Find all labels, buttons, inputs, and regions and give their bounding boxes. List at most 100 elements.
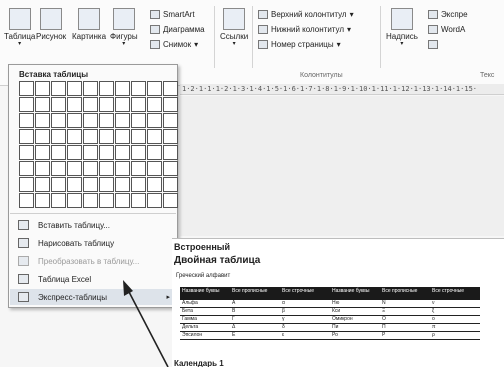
grid-cell[interactable]	[115, 161, 130, 176]
grid-cell[interactable]	[19, 177, 34, 192]
links-button[interactable]: Ссылки ▾	[220, 8, 248, 47]
document-area[interactable]	[180, 96, 504, 236]
quick-tables-item[interactable]: Экспресс-таблицы ▸	[10, 289, 176, 305]
grid-cell[interactable]	[131, 113, 146, 128]
diagram-button[interactable]: Диаграмма	[150, 25, 205, 34]
grid-cell[interactable]	[163, 161, 178, 176]
grid-cell[interactable]	[131, 81, 146, 96]
grid-cell[interactable]	[99, 177, 114, 192]
grid-cell[interactable]	[99, 113, 114, 128]
grid-cell[interactable]	[99, 145, 114, 160]
grid-cell[interactable]	[51, 129, 66, 144]
grid-cell[interactable]	[67, 193, 82, 208]
grid-cell[interactable]	[163, 145, 178, 160]
grid-cell[interactable]	[51, 81, 66, 96]
grid-cell[interactable]	[35, 177, 50, 192]
grid-cell[interactable]	[115, 177, 130, 192]
header-button[interactable]: Верхний колонтитул ▾	[258, 10, 354, 19]
grid-cell[interactable]	[115, 113, 130, 128]
grid-cell[interactable]	[147, 113, 162, 128]
footer-button[interactable]: Нижний колонтитул ▾	[258, 25, 351, 34]
grid-cell[interactable]	[35, 193, 50, 208]
grid-cell[interactable]	[99, 97, 114, 112]
express-blocks-button[interactable]: Экспре	[428, 10, 468, 19]
grid-cell[interactable]	[115, 81, 130, 96]
snapshot-button[interactable]: Снимок ▾	[150, 40, 198, 49]
insert-table-item[interactable]: Вставить таблицу...	[10, 217, 176, 233]
grid-cell[interactable]	[51, 177, 66, 192]
table-size-grid[interactable]	[19, 81, 178, 208]
grid-cell[interactable]	[131, 129, 146, 144]
grid-cell[interactable]	[163, 177, 178, 192]
grid-cell[interactable]	[83, 81, 98, 96]
grid-cell[interactable]	[83, 113, 98, 128]
grid-cell[interactable]	[19, 97, 34, 112]
grid-cell[interactable]	[51, 113, 66, 128]
grid-cell[interactable]	[83, 145, 98, 160]
grid-cell[interactable]	[51, 161, 66, 176]
grid-cell[interactable]	[67, 113, 82, 128]
grid-cell[interactable]	[35, 129, 50, 144]
grid-cell[interactable]	[115, 129, 130, 144]
grid-cell[interactable]	[19, 113, 34, 128]
grid-cell[interactable]	[99, 193, 114, 208]
grid-cell[interactable]	[163, 81, 178, 96]
grid-cell[interactable]	[35, 81, 50, 96]
grid-cell[interactable]	[67, 145, 82, 160]
grid-cell[interactable]	[163, 97, 178, 112]
grid-cell[interactable]	[99, 129, 114, 144]
grid-cell[interactable]	[147, 129, 162, 144]
grid-cell[interactable]	[115, 193, 130, 208]
clipart-button[interactable]: Картинка	[72, 8, 106, 41]
grid-cell[interactable]	[51, 145, 66, 160]
grid-cell[interactable]	[163, 129, 178, 144]
smartart-button[interactable]: SmartArt	[150, 10, 195, 19]
table-button[interactable]: Таблица ▾	[4, 8, 35, 47]
grid-cell[interactable]	[35, 161, 50, 176]
grid-cell[interactable]	[147, 161, 162, 176]
grid-cell[interactable]	[131, 161, 146, 176]
grid-cell[interactable]	[35, 145, 50, 160]
grid-cell[interactable]	[99, 81, 114, 96]
grid-cell[interactable]	[19, 193, 34, 208]
grid-cell[interactable]	[163, 193, 178, 208]
textbox-button[interactable]: Надпись ▾	[386, 8, 418, 47]
grid-cell[interactable]	[67, 81, 82, 96]
grid-cell[interactable]	[19, 129, 34, 144]
grid-cell[interactable]	[131, 97, 146, 112]
dropcap-button[interactable]	[428, 40, 438, 49]
grid-cell[interactable]	[19, 145, 34, 160]
grid-cell[interactable]	[131, 193, 146, 208]
grid-cell[interactable]	[67, 161, 82, 176]
grid-cell[interactable]	[83, 129, 98, 144]
grid-cell[interactable]	[163, 113, 178, 128]
grid-cell[interactable]	[147, 193, 162, 208]
grid-cell[interactable]	[67, 129, 82, 144]
horizontal-ruler[interactable]: 1·2·1·1·1·2·1·3·1·4·1·5·1·6·1·7·1·8·1·9·…	[180, 84, 504, 95]
grid-cell[interactable]	[83, 177, 98, 192]
shapes-button[interactable]: Фигуры ▾	[110, 8, 138, 47]
grid-cell[interactable]	[115, 97, 130, 112]
page-number-button[interactable]: Номер страницы ▾	[258, 40, 341, 49]
grid-cell[interactable]	[19, 81, 34, 96]
grid-cell[interactable]	[67, 177, 82, 192]
gallery-table-preview[interactable]: Название буквы Все прописные Все строчны…	[180, 287, 480, 340]
gallery-next-item-title[interactable]: Календарь 1	[174, 359, 224, 367]
grid-cell[interactable]	[131, 177, 146, 192]
draw-table-item[interactable]: Нарисовать таблицу	[10, 235, 176, 251]
grid-cell[interactable]	[83, 161, 98, 176]
grid-cell[interactable]	[99, 161, 114, 176]
grid-cell[interactable]	[131, 145, 146, 160]
grid-cell[interactable]	[35, 97, 50, 112]
excel-table-item[interactable]: Таблица Excel	[10, 271, 176, 287]
grid-cell[interactable]	[83, 97, 98, 112]
grid-cell[interactable]	[147, 145, 162, 160]
grid-cell[interactable]	[147, 177, 162, 192]
grid-cell[interactable]	[147, 97, 162, 112]
grid-cell[interactable]	[115, 145, 130, 160]
grid-cell[interactable]	[51, 97, 66, 112]
grid-cell[interactable]	[51, 193, 66, 208]
picture-button[interactable]: Рисунок	[36, 8, 66, 41]
grid-cell[interactable]	[83, 193, 98, 208]
grid-cell[interactable]	[147, 81, 162, 96]
